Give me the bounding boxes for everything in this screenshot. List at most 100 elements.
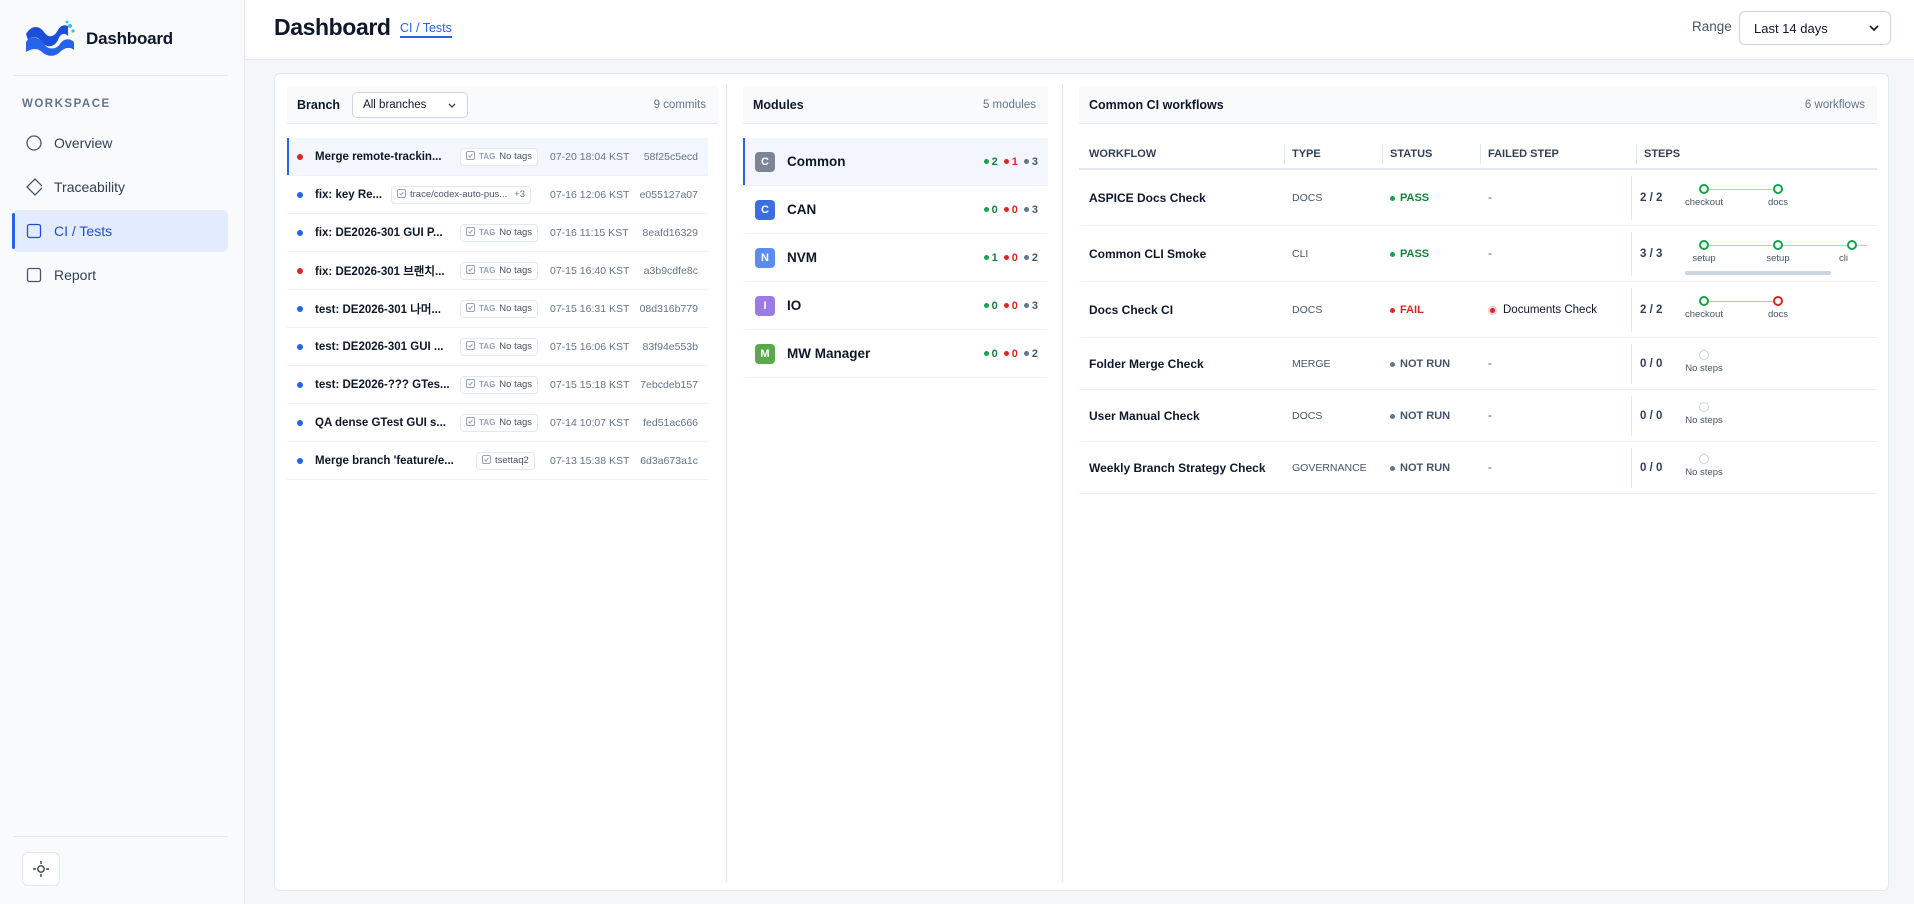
stat-value: 0 <box>1011 299 1018 312</box>
workflows-header: Common CI workflows 6 workflows <box>1079 86 1877 124</box>
module-badge: C <box>755 199 775 220</box>
commit-hash: e055127a07 <box>639 188 698 201</box>
branch-select[interactable]: All branches <box>352 91 469 118</box>
step-label: checkout <box>1684 197 1724 208</box>
modules-header: Modules 5 modules <box>743 86 1048 124</box>
tag-kind: TAG <box>479 418 496 427</box>
status-dot <box>297 382 303 388</box>
step-node[interactable] <box>1773 184 1783 194</box>
commit-row[interactable]: fix: DE2026-301 GUI P... TAG No tags 07-16 … <box>287 214 708 252</box>
step-node[interactable] <box>1773 240 1783 250</box>
workflow-row[interactable]: Common CLI Smoke CLI PASS - 3 / 3 setup setup c… <box>1079 226 1877 282</box>
commit-tag: TAG No tags <box>460 261 539 280</box>
stat-fail: 1 <box>1003 156 1018 168</box>
sidebar-divider <box>14 75 228 76</box>
step-node[interactable] <box>1847 240 1857 250</box>
range-select[interactable]: Last 14 days <box>1739 11 1891 45</box>
tag-value: No tags <box>499 379 533 390</box>
failed-step-text: - <box>1488 410 1492 422</box>
module-badge: M <box>755 343 775 364</box>
gear-icon <box>33 861 49 877</box>
step-node[interactable] <box>1699 184 1709 194</box>
commit-tag: TAG No tags <box>460 299 539 318</box>
commit-row[interactable]: fix: key Re... trace/codex-auto-pus... +3 0… <box>287 176 708 214</box>
status-text: NOT RUN <box>1400 462 1451 474</box>
commit-row[interactable]: test: DE2026-301 나머... TAG No tags 07-15 16… <box>287 290 708 328</box>
stat-pass: 0 <box>983 300 998 312</box>
status-text: NOT RUN <box>1400 358 1451 370</box>
module-stats: 102 <box>983 251 1038 264</box>
module-row[interactable]: C CAN 0 0 3 <box>743 186 1048 234</box>
stat-dot <box>983 351 989 356</box>
commit-row[interactable]: fix: DE2026-301 브랜치... TAG No tags 07-15 16… <box>287 252 708 290</box>
tag-value: No tags <box>499 417 533 428</box>
module-stats: 002 <box>983 348 1038 360</box>
step-label: checkout <box>1684 309 1724 320</box>
sidebar-item-overview[interactable]: Overview <box>12 122 228 164</box>
failed-step: - <box>1488 248 1492 260</box>
range-value: Last 14 days <box>1754 20 1828 36</box>
workflow-row[interactable]: Folder Merge Check MERGE NOT RUN - 0 / 0 No s… <box>1079 338 1877 390</box>
workflow-row[interactable]: Weekly Branch Strategy Check GOVERNANCE NO… <box>1079 442 1877 494</box>
status-text: NOT RUN <box>1400 410 1451 422</box>
module-row[interactable]: M MW Manager 0 0 2 <box>743 330 1048 378</box>
sidebar-item-report[interactable]: Report <box>12 254 228 296</box>
stat-value: 1 <box>991 251 998 264</box>
step-node[interactable] <box>1773 296 1783 306</box>
stat-value: 0 <box>1011 251 1018 264</box>
stat-fail: 0 <box>1003 348 1018 360</box>
failed-step-text: - <box>1488 462 1492 474</box>
commit-row[interactable]: test: DE2026-301 GUI ... TAG No tags 07-15 … <box>287 328 708 366</box>
commit-message: test: DE2026-??? GTes... <box>315 378 450 391</box>
workflow-row[interactable]: ASPICE Docs Check DOCS PASS - 2 / 2 checkout d… <box>1079 170 1877 226</box>
workflow-row[interactable]: Docs Check CI DOCS FAIL Documents Check 2 / … <box>1079 282 1877 338</box>
module-badge: C <box>755 151 775 172</box>
commit-row[interactable]: test: DE2026-??? GTes... TAG No tags 07-15 … <box>287 366 708 404</box>
workflow-status: NOT RUN <box>1390 462 1450 474</box>
sidebar-item-ci-tests[interactable]: CI / Tests <box>12 210 228 252</box>
commit-row[interactable]: Merge remote-trackin... TAG No tags 07-20 1… <box>287 138 708 176</box>
brand[interactable]: Dashboard <box>24 20 173 58</box>
workflow-status: PASS <box>1390 248 1429 260</box>
tag-icon <box>466 150 475 163</box>
commit-count: 9 commits <box>653 98 706 111</box>
tag-kind: TAG <box>479 228 496 237</box>
step-node[interactable] <box>1699 240 1709 250</box>
commit-message: Merge branch 'feature/e... <box>315 454 454 467</box>
tag-icon <box>466 340 475 353</box>
steps-separator <box>1631 176 1632 220</box>
module-row[interactable]: I IO 0 0 3 <box>743 282 1048 330</box>
commit-hash: 6d3a673a1c <box>640 454 698 467</box>
commit-message: fix: DE2026-301 브랜치... <box>315 265 445 278</box>
module-row[interactable]: C Common 2 1 3 <box>743 138 1048 186</box>
settings-button[interactable] <box>22 852 60 886</box>
commit-tag: TAG No tags <box>460 413 539 432</box>
status-dot <box>297 154 303 160</box>
status-dot <box>1390 307 1395 313</box>
workflows-title: Common CI workflows <box>1089 97 1224 112</box>
commit-row[interactable]: Merge branch 'feature/e... tsettaq2 07-13 … <box>287 442 708 480</box>
commit-tag: trace/codex-auto-pus... +3 <box>391 185 532 204</box>
module-row[interactable]: N NVM 1 0 2 <box>743 234 1048 282</box>
stat-fail: 0 <box>1003 251 1018 264</box>
commit-hash: fed51ac666 <box>643 416 698 429</box>
breadcrumb[interactable]: CI / Tests <box>400 21 452 38</box>
tag-extra-count: +3 <box>514 189 526 200</box>
commit-row[interactable]: QA dense GTest GUI s... TAG No tags 07-14 1… <box>287 404 708 442</box>
sidebar-item-label: CI / Tests <box>54 223 113 239</box>
steps-scrollbar[interactable] <box>1685 271 1831 275</box>
commit-message: fix: key Re... <box>315 188 383 201</box>
step-edge <box>1709 301 1773 302</box>
range-label: Range <box>1692 19 1732 34</box>
workflow-type: CLI <box>1292 248 1309 260</box>
chevron-down-icon <box>1869 25 1879 32</box>
commit-hash: 8eafd16329 <box>642 226 698 239</box>
tag-icon <box>466 416 475 429</box>
sidebar-item-traceability[interactable]: Traceability <box>12 166 228 208</box>
step-node[interactable] <box>1699 296 1709 306</box>
workflow-row[interactable]: User Manual Check DOCS NOT RUN - 0 / 0 No ste… <box>1079 390 1877 442</box>
sidebar-item-label: Overview <box>54 135 113 151</box>
column-header-steps: STEPS <box>1644 148 1681 160</box>
workflow-table: WORKFLOW TYPE STATUS FAILED STEP STEPS A… <box>1079 138 1877 494</box>
commit-message: QA dense GTest GUI s... <box>315 416 447 429</box>
